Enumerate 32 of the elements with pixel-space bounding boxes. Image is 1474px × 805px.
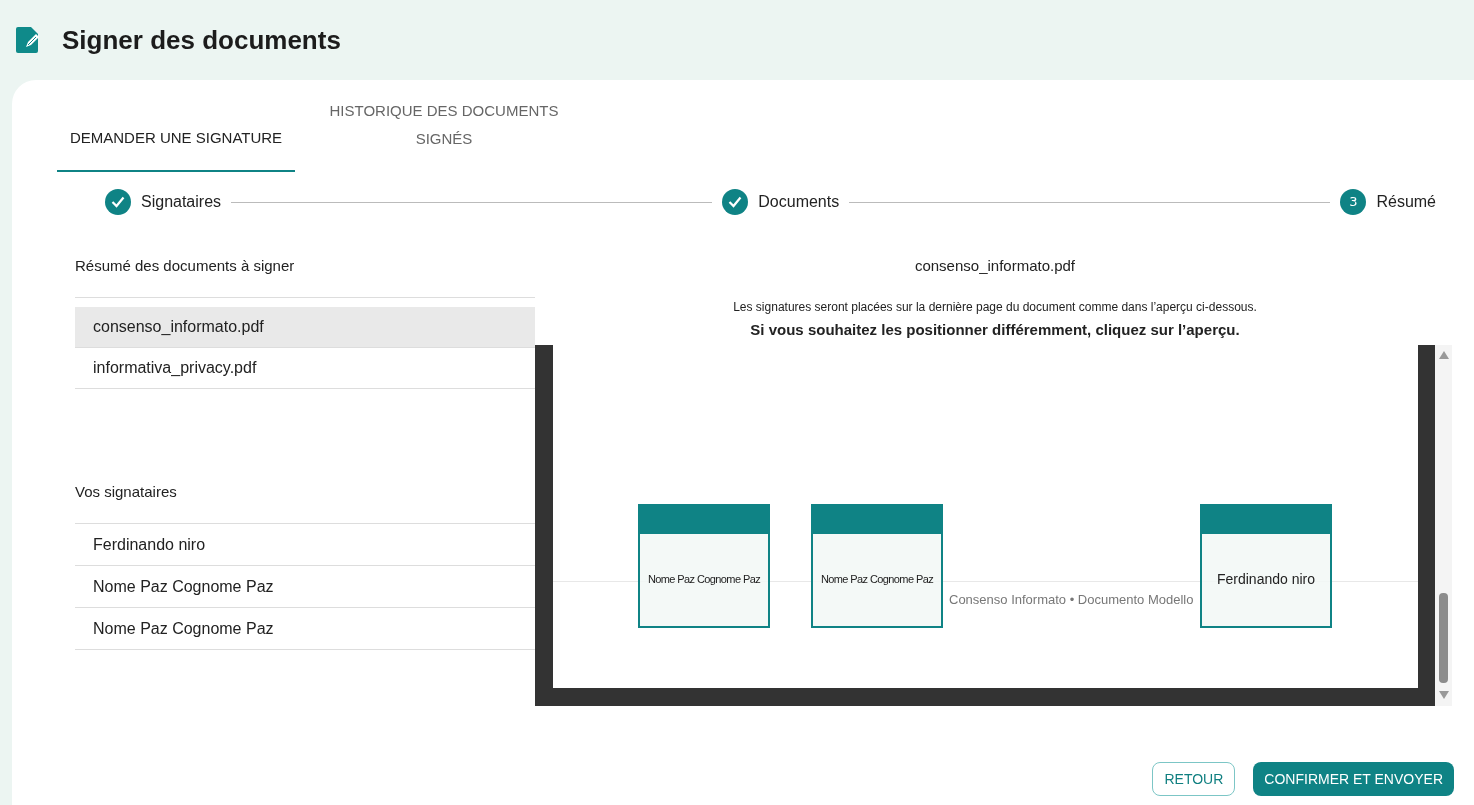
signature-box[interactable]: Ferdinando niro: [1200, 503, 1332, 628]
scrollbar-thumb[interactable]: [1439, 592, 1448, 683]
confirm-button[interactable]: CONFIRMER ET ENVOYER: [1253, 762, 1454, 796]
tab[interactable]: DEMANDER UNE SIGNATURE: [57, 106, 295, 172]
section-heading: Vos signataires: [75, 482, 178, 502]
file-name: consenso_informato.pdf: [913, 256, 1077, 276]
preview-note: Les signatures seront placées sur la dernière page du document comme dans l’aperçu ci-dessous.: [732, 299, 1258, 316]
signer-name: Nome Paz Cognome Paz: [647, 572, 761, 588]
document-footer-text: Consenso Informato • Documento Modello: [949, 590, 1194, 609]
scroll-up-icon[interactable]: [1439, 350, 1449, 359]
step-label: Documents: [758, 192, 840, 212]
step-label: Signataires: [141, 192, 222, 212]
signatory-item: Nome Paz Cognome Paz: [75, 566, 535, 608]
signatory-item: Nome Paz Cognome Paz: [75, 608, 535, 650]
tab[interactable]: HISTORIQUE DES DOCUMENTS SIGNÉS: [295, 92, 593, 158]
document-preview[interactable]: Consenso Informato • Documento Modello Nome Paz Cognome Paz Nome Paz Cognome Paz Ferdinando niro: [535, 344, 1435, 706]
signatory-item: Ferdinando niro: [75, 524, 535, 566]
scrollbar[interactable]: [1435, 344, 1452, 706]
document-item[interactable]: consenso_informato.pdf: [75, 307, 535, 348]
signer-name: Ferdinando niro: [1216, 570, 1316, 589]
signature-box[interactable]: Nome Paz Cognome Paz: [638, 503, 770, 628]
page-title: Signer des documents: [62, 23, 341, 57]
preview-instruction: Si vous souhaitez les positionner différemment, cliquez sur l’aperçu.: [749, 320, 1241, 340]
step-label: Résumé: [1376, 192, 1436, 212]
signature-box[interactable]: Nome Paz Cognome Paz: [811, 503, 943, 628]
scroll-down-icon[interactable]: [1439, 690, 1449, 699]
signer-name: Nome Paz Cognome Paz: [820, 572, 934, 588]
document-edit-icon: [16, 27, 40, 53]
step-number: 3: [1340, 189, 1367, 215]
section-heading: Résumé des documents à signer: [75, 256, 296, 276]
document-item[interactable]: informativa_privacy.pdf: [75, 348, 535, 389]
back-button[interactable]: RETOUR: [1152, 762, 1236, 796]
